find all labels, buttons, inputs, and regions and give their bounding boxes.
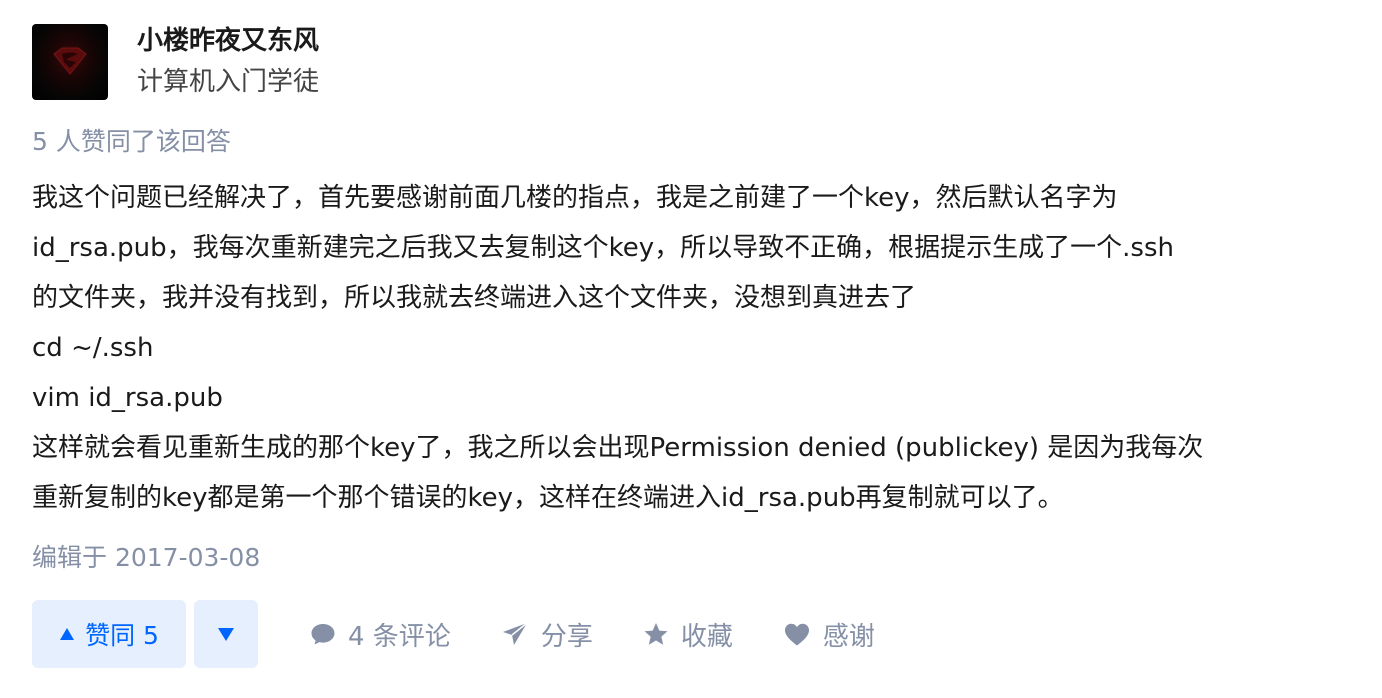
share-button[interactable]: 分享 (501, 616, 593, 653)
triangle-down-icon (217, 627, 235, 642)
favorite-label: 收藏 (680, 621, 733, 652)
avatar[interactable] (32, 24, 108, 100)
star-icon (643, 622, 669, 647)
answer-content: 我这个问题已经解决了，首先要感谢前面几楼的指点，我是之前建了一个key，然后默认… (32, 173, 1362, 523)
content-line: vim id_rsa.pub (32, 383, 223, 413)
triangle-up-icon (59, 627, 75, 641)
content-line: 的文件夹，我并没有找到，所以我就去终端进入这个文件夹，没想到真进去了 (32, 283, 917, 313)
favorite-button[interactable]: 收藏 (643, 616, 733, 653)
vote-up-button[interactable]: 赞同 5 (32, 600, 186, 668)
content-line: 我这个问题已经解决了，首先要感谢前面几楼的指点，我是之前建了一个key，然后默认… (32, 183, 1118, 213)
share-label: 分享 (540, 621, 593, 652)
answer-card: 小楼昨夜又东风 计算机入门学徒 5 人赞同了该回答 我这个问题已经解决了，首先要… (0, 0, 1382, 698)
content-line: 重新复制的key都是第一个那个错误的key，这样在终端进入id_rsa.pub再… (32, 483, 1064, 513)
content-line: id_rsa.pub，我每次重新建完之后我又去复制这个key，所以导致不正确，根… (32, 233, 1174, 263)
author-text: 小楼昨夜又东风 计算机入门学徒 (137, 25, 319, 99)
voters-count[interactable]: 5 人赞同了该回答 (32, 124, 231, 160)
edited-time[interactable]: 编辑于 2017-03-08 (32, 538, 260, 578)
comment-bubble-icon (310, 622, 336, 646)
thanks-label: 感谢 (822, 621, 875, 652)
heart-icon (783, 622, 811, 647)
vote-down-button[interactable] (194, 600, 258, 668)
comments-label: 4 条评论 (348, 621, 451, 652)
vote-up-label: 赞同 5 (85, 621, 159, 650)
comments-button[interactable]: 4 条评论 (310, 616, 451, 653)
thanks-button[interactable]: 感谢 (783, 616, 875, 653)
author-name[interactable]: 小楼昨夜又东风 (137, 25, 319, 57)
author-info: 小楼昨夜又东风 计算机入门学徒 (32, 24, 319, 100)
content-line: cd ~/.ssh (32, 333, 154, 363)
content-line: 这样就会看见重新生成的那个key了，我之所以会出现Permission deni… (32, 433, 1204, 463)
author-headline: 计算机入门学徒 (137, 67, 320, 97)
action-bar: 赞同 5 4 条评论 分享 收藏 感谢 (32, 600, 875, 668)
paper-plane-icon (501, 621, 529, 647)
superman-logo-icon (53, 47, 87, 75)
